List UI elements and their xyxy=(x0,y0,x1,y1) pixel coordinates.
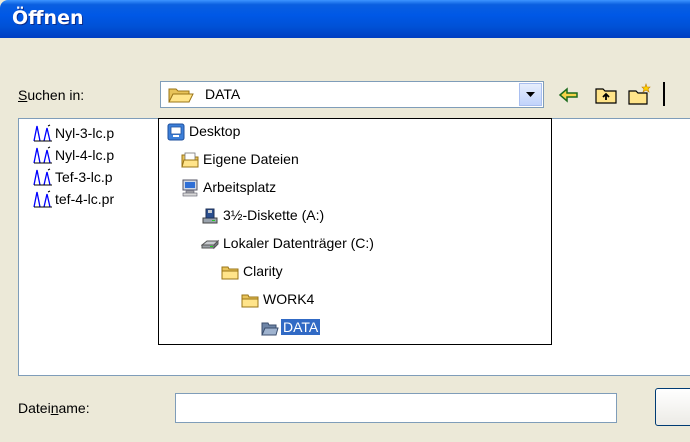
desktop-icon xyxy=(167,123,185,141)
file-name: Tef-3-lc.p xyxy=(55,169,113,185)
back-arrow-icon[interactable] xyxy=(556,82,582,108)
folder-icon xyxy=(221,266,239,280)
lookin-label: Suchen in: xyxy=(18,87,85,103)
lookin-dropdown-list[interactable]: Desktop Eigene Dateien Arbeitsplatz 3½-D… xyxy=(158,118,552,345)
dropdown-item-label: WORK4 xyxy=(263,291,315,307)
toolbar-separator xyxy=(663,82,665,106)
lookin-combobox[interactable]: DATA xyxy=(160,81,544,108)
file-name: Nyl-4-lc.p xyxy=(55,147,115,163)
file-item[interactable]: Nyl-3-lc.p xyxy=(33,123,173,143)
file-name: tef-4-lc.pr xyxy=(55,191,115,207)
chromatogram-file-icon xyxy=(33,190,52,208)
up-folder-icon[interactable] xyxy=(593,82,619,108)
file-item[interactable]: Tef-3-lc.p xyxy=(33,167,173,187)
open-button[interactable] xyxy=(655,388,690,426)
dropdown-item-label: Arbeitsplatz xyxy=(203,179,277,195)
dropdown-item-label: Lokaler Datenträger (C:) xyxy=(223,235,374,251)
chevron-down-icon xyxy=(526,92,535,97)
file-item[interactable]: Nyl-4-lc.p xyxy=(33,145,173,165)
my-computer-icon xyxy=(182,179,198,197)
title-bar[interactable]: Öffnen xyxy=(0,0,690,38)
dropdown-item-label: DATA xyxy=(281,319,321,335)
filename-label: Dateiname: xyxy=(18,400,90,416)
open-folder-icon xyxy=(168,88,194,103)
chromatogram-file-icon xyxy=(33,146,52,164)
dropdown-item-label: Desktop xyxy=(189,123,241,139)
chromatogram-file-icon xyxy=(33,124,52,142)
dropdown-item-label: 3½-Diskette (A:) xyxy=(223,207,325,223)
my-documents-icon xyxy=(181,152,199,168)
file-item[interactable]: tef-4-lc.pr xyxy=(33,189,173,209)
dropdown-item-label: Eigene Dateien xyxy=(203,151,299,167)
hard-drive-icon xyxy=(201,239,219,250)
dropdown-item-label: Clarity xyxy=(243,263,283,279)
filename-input[interactable] xyxy=(175,393,617,423)
lookin-value: DATA xyxy=(205,86,241,102)
file-name: Nyl-3-lc.p xyxy=(55,125,115,141)
chromatogram-file-icon xyxy=(33,168,52,186)
window-title: Öffnen xyxy=(12,7,84,29)
lookin-dropdown-button[interactable] xyxy=(519,83,542,106)
new-folder-icon[interactable] xyxy=(626,82,652,108)
folder-icon xyxy=(241,294,259,308)
floppy-drive-icon xyxy=(202,208,218,224)
open-folder-icon xyxy=(261,322,279,336)
